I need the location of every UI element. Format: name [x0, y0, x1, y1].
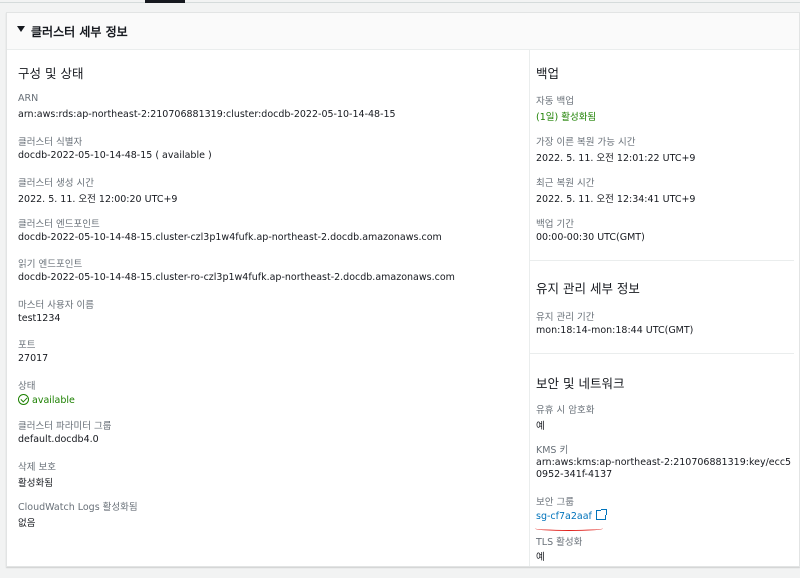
- arn-label: ARN: [18, 93, 39, 104]
- caret-down-icon[interactable]: [17, 26, 25, 32]
- backup-window-label: 백업 기간: [536, 219, 574, 230]
- section-divider: [530, 260, 794, 261]
- latest-restore-label: 최근 복원 시간: [536, 178, 595, 189]
- backup-window-value: 00:00-00:30 UTC(GMT): [536, 232, 645, 243]
- tab-bar-border: [0, 2, 800, 3]
- deletion-protection-label: 삭제 보호: [18, 462, 56, 473]
- kms-key-label: KMS 키: [536, 445, 569, 456]
- cloudwatch-logs-value: 없음: [18, 518, 36, 529]
- param-group-value: default.docdb4.0: [18, 434, 99, 445]
- master-user-label: 마스터 사용자 이름: [18, 300, 94, 311]
- cluster-endpoint-value: docdb-2022-05-10-14-48-15.cluster-czl3p1…: [18, 232, 442, 243]
- cluster-endpoint-label: 클러스터 엔드포인트: [18, 219, 100, 230]
- backup-section-title: 백업: [536, 66, 560, 81]
- config-section-title: 구성 및 상태: [18, 66, 84, 81]
- status-label: 상태: [18, 381, 36, 392]
- param-group-label: 클러스터 파라미터 그룹: [18, 421, 112, 432]
- maintenance-window-label: 유지 관리 기간: [536, 312, 595, 323]
- red-annotation-underline: [535, 526, 603, 531]
- earliest-restore-label: 가장 이른 복원 가능 시간: [536, 137, 636, 148]
- active-tab-indicator: [145, 0, 185, 3]
- tls-label: TLS 활성화: [536, 537, 583, 548]
- tls-value: 예: [536, 552, 545, 563]
- cloudwatch-logs-label: CloudWatch Logs 활성화됨: [18, 502, 138, 513]
- arn-value: arn:aws:rds:ap-northeast-2:210706881319:…: [18, 109, 396, 120]
- maintenance-window-value: mon:18:14-mon:18:44 UTC(GMT): [536, 325, 694, 336]
- auto-backup-label: 자동 백업: [536, 96, 574, 107]
- security-group-link[interactable]: sg-cf7a2aaf: [536, 511, 592, 522]
- earliest-restore-value: 2022. 5. 11. 오전 12:01:22 UTC+9: [536, 153, 696, 164]
- reader-endpoint-value: docdb-2022-05-10-14-48-15.cluster-ro-czl…: [18, 272, 455, 283]
- panel-title: 클러스터 세부 정보: [31, 25, 128, 39]
- security-group-label: 보안 그룹: [536, 497, 574, 508]
- port-label: 포트: [18, 340, 36, 351]
- port-value: 27017: [18, 353, 49, 364]
- kms-key-value: arn:aws:kms:ap-northeast-2:210706881319:…: [536, 457, 792, 480]
- section-divider: [530, 353, 794, 354]
- auto-backup-value: (1일) 활성화됨: [536, 112, 597, 123]
- cluster-id-value: docdb-2022-05-10-14-48-15 ( available ): [18, 150, 212, 161]
- reader-endpoint-label: 읽기 엔드포인트: [18, 259, 83, 270]
- status-badge: available: [18, 394, 75, 406]
- cluster-id-label: 클러스터 식별자: [18, 137, 83, 148]
- security-section-title: 보안 및 네트워크: [536, 376, 625, 391]
- external-link-icon[interactable]: [595, 509, 607, 520]
- check-circle-icon: [18, 394, 29, 405]
- master-user-value: test1234: [18, 313, 61, 324]
- security-group-row: sg-cf7a2aaf: [536, 509, 607, 522]
- encryption-label: 유휴 시 암호화: [536, 405, 595, 416]
- status-value: available: [32, 395, 75, 406]
- cluster-details-panel: 클러스터 세부 정보: [6, 12, 800, 567]
- maintenance-section-title: 유지 관리 세부 정보: [536, 281, 640, 296]
- encryption-value: 예: [536, 421, 545, 432]
- latest-restore-value: 2022. 5. 11. 오전 12:34:41 UTC+9: [536, 194, 696, 205]
- created-time-value: 2022. 5. 11. 오전 12:00:20 UTC+9: [18, 194, 178, 205]
- panel-header[interactable]: 클러스터 세부 정보: [7, 13, 799, 50]
- column-divider: [529, 50, 530, 566]
- created-time-label: 클러스터 생성 시간: [18, 178, 94, 189]
- deletion-protection-value: 활성화됨: [18, 478, 53, 489]
